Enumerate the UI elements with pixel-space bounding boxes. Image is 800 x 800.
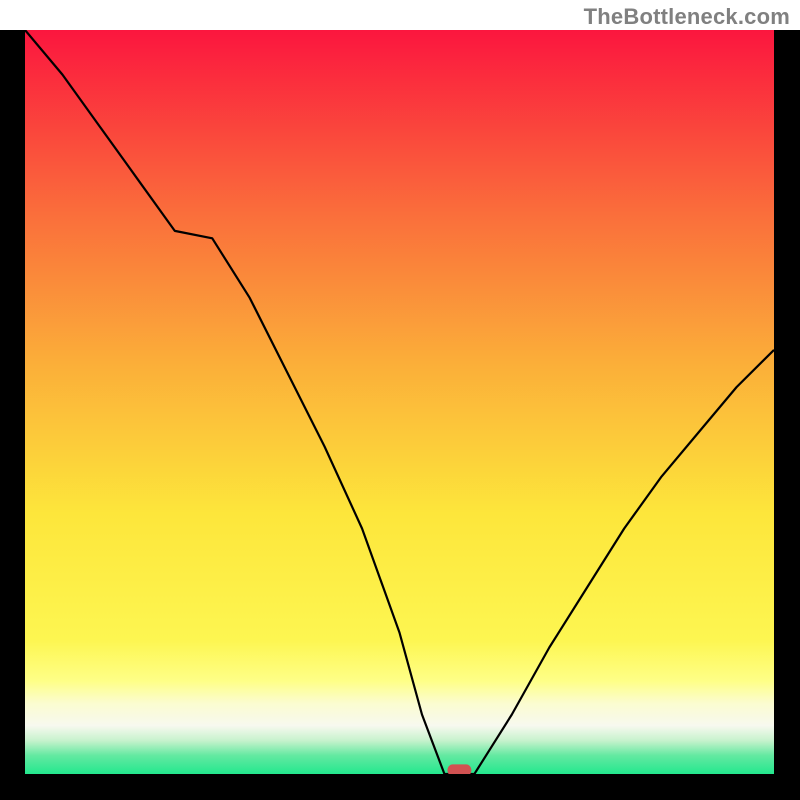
- plot-area: [0, 30, 800, 800]
- chart-container: TheBottleneck.com: [0, 0, 800, 800]
- attribution-label: TheBottleneck.com: [584, 4, 790, 30]
- heatmap-gradient: [25, 30, 774, 774]
